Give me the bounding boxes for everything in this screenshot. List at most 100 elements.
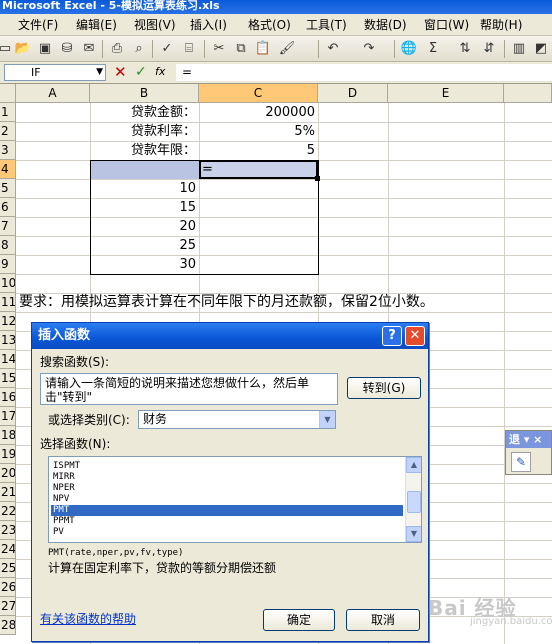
chevron-down-icon[interactable]: ▼ — [319, 411, 335, 428]
ok-button[interactable]: 确定 — [263, 609, 335, 631]
row-header[interactable]: 3 — [0, 141, 16, 160]
cell-b9[interactable]: 30 — [90, 255, 199, 274]
column-header-c[interactable]: C — [199, 84, 318, 103]
row-header[interactable]: 22 — [0, 502, 16, 521]
row-header[interactable]: 24 — [0, 540, 16, 559]
row-header[interactable]: 23 — [0, 521, 16, 540]
sort-descending-icon[interactable]: ⇵ — [480, 40, 498, 58]
select-all-corner[interactable] — [0, 84, 16, 103]
help-icon[interactable]: ? — [382, 326, 402, 346]
undo-icon[interactable]: ↶ — [324, 40, 342, 58]
list-item-selected[interactable]: PMT — [51, 505, 403, 516]
drawing-icon[interactable]: ◩ — [532, 40, 550, 58]
row-header[interactable]: 19 — [0, 445, 16, 464]
new-icon[interactable]: ▭ — [0, 40, 14, 58]
save-icon[interactable]: ▣ — [36, 40, 54, 58]
format-painter-icon[interactable]: 🖌 — [278, 40, 296, 58]
permission-icon[interactable]: ⛁ — [58, 40, 76, 58]
row-header[interactable]: 7 — [0, 217, 16, 236]
cancel-button[interactable]: 取消 — [346, 609, 420, 631]
open-icon[interactable]: 📂 — [14, 40, 32, 58]
floating-toolbar-title[interactable]: 退 ▾ × — [506, 431, 551, 448]
cut-icon[interactable]: ✂ — [210, 40, 228, 58]
column-header-a[interactable]: A — [16, 84, 90, 103]
row-header[interactable]: 15 — [0, 369, 16, 388]
column-header-e[interactable]: E — [388, 84, 504, 103]
row-header[interactable]: 17 — [0, 407, 16, 426]
print-icon[interactable]: ⎙ — [108, 40, 126, 58]
menu-insert[interactable]: 插入(I) — [190, 17, 227, 33]
edit-icon[interactable]: ✎ — [511, 452, 531, 472]
print-preview-icon[interactable]: ⌕ — [130, 40, 148, 58]
menu-format[interactable]: 格式(O) — [248, 17, 291, 33]
cell-c4[interactable]: = — [199, 160, 318, 179]
cell-b7[interactable]: 20 — [90, 217, 199, 236]
row-header[interactable]: 1 — [0, 103, 16, 122]
menu-window[interactable]: 窗口(W) — [424, 17, 469, 33]
redo-icon[interactable]: ↷ — [360, 40, 378, 58]
hyperlink-icon[interactable]: 🌐 — [400, 40, 418, 58]
cell-c3[interactable]: 5 — [199, 141, 318, 160]
column-header-d[interactable]: D — [318, 84, 388, 103]
row-header[interactable]: 13 — [0, 331, 16, 350]
list-item[interactable]: PPMT — [51, 516, 403, 527]
scroll-thumb[interactable] — [407, 491, 421, 513]
category-select[interactable]: 财务 ▼ — [138, 410, 336, 429]
autosum-icon[interactable]: Σ — [424, 40, 442, 58]
row-header[interactable]: 16 — [0, 388, 16, 407]
email-icon[interactable]: ✉ — [80, 40, 98, 58]
row-header[interactable]: 18 — [0, 426, 16, 445]
list-item[interactable]: MIRR — [51, 472, 403, 483]
list-item[interactable]: NPER — [51, 483, 403, 494]
name-box[interactable]: IF ▼ — [4, 64, 106, 81]
function-list[interactable]: ISPMT MIRR NPER NPV PMT PPMT PV ▲ ▼ — [48, 456, 422, 543]
row-header[interactable]: 4 — [0, 160, 16, 179]
list-item[interactable]: NPV — [51, 494, 403, 505]
cell-b3[interactable]: 贷款年限： — [90, 141, 199, 160]
research-icon[interactable]: ⌸ — [180, 40, 198, 58]
row-header[interactable]: 27 — [0, 597, 16, 616]
insert-function-icon[interactable]: fx — [155, 65, 165, 79]
function-list-scrollbar[interactable]: ▲ ▼ — [405, 457, 421, 542]
menu-view[interactable]: 视图(V) — [134, 17, 176, 33]
menu-edit[interactable]: 编辑(E) — [76, 17, 117, 33]
row-header[interactable]: 20 — [0, 464, 16, 483]
chevron-down-icon[interactable]: ▼ — [96, 65, 103, 80]
cell-c2[interactable]: 5% — [199, 122, 318, 141]
column-header-b[interactable]: B — [90, 84, 199, 103]
column-header-f[interactable] — [504, 84, 552, 103]
copy-icon[interactable]: ⧉ — [232, 40, 250, 58]
cell-b8[interactable]: 25 — [90, 236, 199, 255]
cancel-icon[interactable]: ✕ — [114, 64, 127, 80]
enter-icon[interactable]: ✓ — [135, 64, 147, 80]
row-header[interactable]: 8 — [0, 236, 16, 255]
paste-icon[interactable]: 📋 — [254, 40, 272, 58]
menu-file[interactable]: 文件(F) — [18, 17, 58, 33]
search-function-input[interactable]: 请输入一条简短的说明来描述您想做什么，然后单击"转到" — [40, 373, 338, 405]
go-button[interactable]: 转到(G) — [347, 377, 421, 399]
formula-input[interactable]: = — [176, 64, 552, 81]
row-header[interactable]: 14 — [0, 350, 16, 369]
spelling-icon[interactable]: ✓ — [158, 40, 176, 58]
row-header[interactable]: 28 — [0, 616, 16, 635]
list-item[interactable]: PV — [51, 527, 403, 538]
list-item[interactable]: ISPMT — [51, 461, 403, 472]
row-header[interactable]: 9 — [0, 255, 16, 274]
menu-help[interactable]: 帮助(H) — [480, 17, 522, 33]
function-help-link[interactable]: 有关该函数的帮助 — [40, 612, 136, 626]
cell-b5[interactable]: 10 — [90, 179, 199, 198]
cell-b1[interactable]: 贷款金额： — [90, 103, 199, 122]
row-header[interactable]: 21 — [0, 483, 16, 502]
row-header[interactable]: 6 — [0, 198, 16, 217]
cell-b6[interactable]: 15 — [90, 198, 199, 217]
row-header[interactable]: 26 — [0, 578, 16, 597]
scroll-up-icon[interactable]: ▲ — [406, 457, 421, 473]
row-header[interactable]: 5 — [0, 179, 16, 198]
floating-toolbar[interactable]: 退 ▾ × ✎ — [505, 430, 552, 475]
cell-a11[interactable]: 要求：用模拟运算表计算在不同年限下的月还款额，保留2位小数。 — [16, 293, 516, 312]
chart-wizard-icon[interactable]: ▥ — [510, 40, 528, 58]
row-header[interactable]: 2 — [0, 122, 16, 141]
cell-c1[interactable]: 200000 — [199, 103, 318, 122]
menu-data[interactable]: 数据(D) — [364, 17, 407, 33]
row-header[interactable]: 10 — [0, 274, 16, 293]
